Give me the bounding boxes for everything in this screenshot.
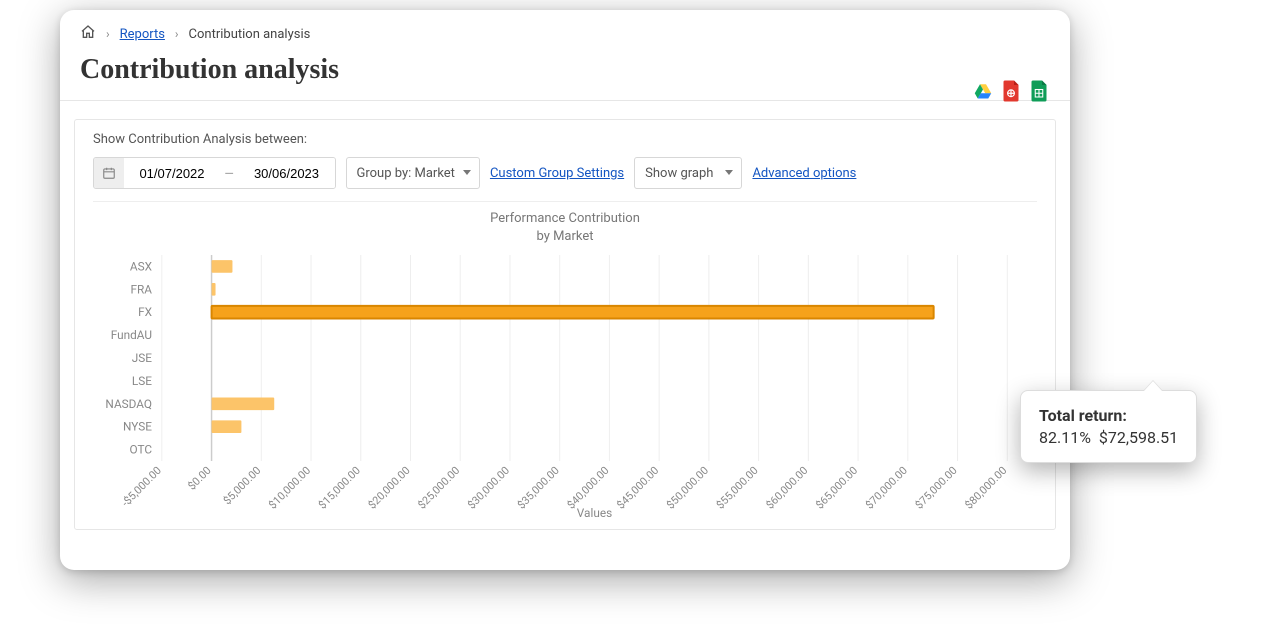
- advanced-options-link[interactable]: Advanced options: [752, 166, 856, 181]
- show-graph-label: Show graph: [645, 166, 713, 181]
- svg-text:FundAU: FundAU: [111, 328, 152, 342]
- google-drive-icon[interactable]: [974, 80, 992, 106]
- page-title: Contribution analysis: [80, 54, 1050, 86]
- svg-text:$65,000.00: $65,000.00: [813, 464, 860, 512]
- svg-text:NYSE: NYSE: [123, 420, 152, 434]
- chart-header: Performance Contribution by Market: [93, 210, 1037, 245]
- home-icon[interactable]: [80, 24, 96, 44]
- filter-controls: – Group by: Market Custom Group Settings…: [93, 157, 1037, 189]
- tooltip-percent: 82.11%: [1039, 428, 1091, 447]
- svg-text:$45,000.00: $45,000.00: [614, 464, 661, 512]
- custom-group-settings-link[interactable]: Custom Group Settings: [490, 166, 624, 181]
- chart-container: -$5,000.00 $0.00 $5,000.00$10,000.00$15,00…: [93, 251, 1037, 521]
- svg-text:$35,000.00: $35,000.00: [515, 464, 562, 512]
- breadcrumb-reports-link[interactable]: Reports: [120, 27, 165, 42]
- tooltip-amount: $72,598.51: [1099, 428, 1178, 447]
- chart-tooltip: Total return: 82.11% $72,598.51: [1020, 390, 1197, 463]
- divider: [60, 100, 1070, 101]
- svg-text:$60,000.00: $60,000.00: [763, 464, 810, 512]
- svg-text:$25,000.00: $25,000.00: [415, 464, 462, 512]
- chart-title: Performance Contribution: [93, 210, 1037, 228]
- svg-text:$50,000.00: $50,000.00: [664, 464, 711, 512]
- show-graph-select[interactable]: Show graph: [634, 157, 742, 189]
- chevron-right-icon: ›: [106, 27, 110, 41]
- date-separator: –: [220, 164, 239, 183]
- svg-text:FX: FX: [138, 305, 152, 319]
- chart-subtitle: by Market: [93, 228, 1037, 246]
- svg-text:$10,000.00: $10,000.00: [266, 464, 313, 512]
- svg-text:$20,000.00: $20,000.00: [366, 464, 413, 512]
- breadcrumb-current: Contribution analysis: [189, 27, 311, 42]
- group-by-label: Group by: Market: [357, 166, 455, 181]
- svg-text:OTC: OTC: [129, 443, 152, 457]
- report-card: › Reports › Contribution analysis Contri…: [60, 10, 1070, 570]
- svg-text:$80,000.00: $80,000.00: [962, 464, 1009, 512]
- filter-label: Show Contribution Analysis between:: [93, 132, 1037, 147]
- svg-text:$15,000.00: $15,000.00: [316, 464, 363, 512]
- svg-text:$55,000.00: $55,000.00: [714, 464, 761, 512]
- svg-text:JSE: JSE: [132, 351, 152, 365]
- svg-text:LSE: LSE: [132, 374, 152, 388]
- divider: [93, 201, 1037, 202]
- export-icons: [974, 80, 1048, 106]
- svg-text:$75,000.00: $75,000.00: [913, 464, 960, 512]
- date-range-picker[interactable]: –: [93, 157, 336, 189]
- google-sheets-icon[interactable]: [1030, 80, 1048, 106]
- date-to-input[interactable]: [239, 157, 335, 189]
- svg-text:-$5,000.00: -$5,000.00: [119, 464, 164, 510]
- filter-panel: Show Contribution Analysis between: – Gr…: [74, 119, 1056, 530]
- pdf-icon[interactable]: [1002, 80, 1020, 106]
- date-from-input[interactable]: [124, 157, 220, 189]
- svg-text:$70,000.00: $70,000.00: [863, 464, 910, 512]
- breadcrumb: › Reports › Contribution analysis: [60, 10, 1070, 50]
- performance-contribution-chart: -$5,000.00 $0.00 $5,000.00$10,000.00$15,00…: [93, 251, 1037, 521]
- svg-text:Values: Values: [577, 506, 612, 520]
- svg-text:$0.00: $0.00: [185, 464, 213, 493]
- svg-text:ASX: ASX: [130, 259, 153, 273]
- svg-text:NASDAQ: NASDAQ: [105, 397, 152, 411]
- calendar-icon: [94, 158, 124, 188]
- group-by-select[interactable]: Group by: Market: [346, 157, 480, 189]
- svg-text:$40,000.00: $40,000.00: [565, 464, 612, 512]
- svg-text:$30,000.00: $30,000.00: [465, 464, 512, 512]
- tooltip-label: Total return:: [1039, 406, 1127, 425]
- chevron-right-icon: ›: [175, 27, 179, 41]
- svg-text:FRA: FRA: [131, 282, 153, 296]
- svg-text:$5,000.00: $5,000.00: [221, 464, 264, 507]
